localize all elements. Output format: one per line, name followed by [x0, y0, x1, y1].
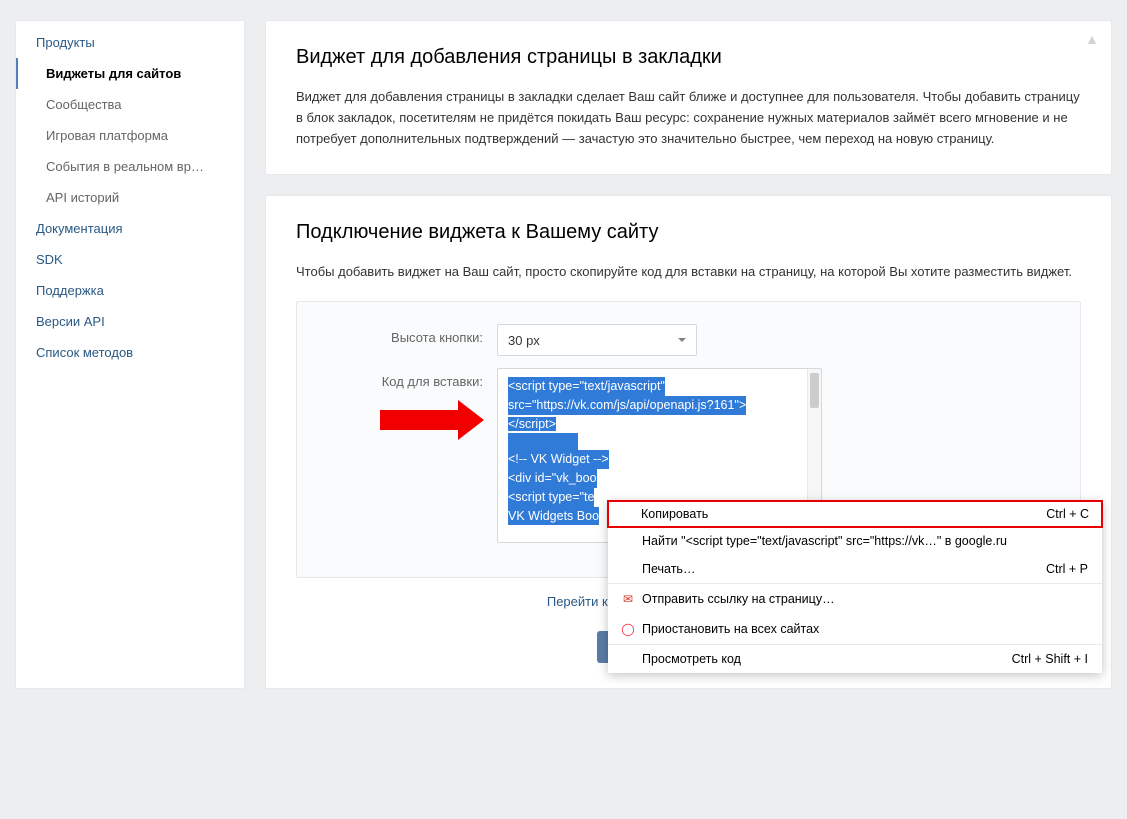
- code-line-1: <script type="text/javascript": [508, 377, 665, 396]
- mail-icon: ✉: [620, 591, 636, 607]
- ctx-inspect[interactable]: Просмотреть код Ctrl + Shift + I: [608, 644, 1102, 673]
- side-link-gaming[interactable]: Игровая платформа: [16, 120, 244, 151]
- ctx-copy-shortcut: Ctrl + C: [1046, 507, 1089, 521]
- ctx-print[interactable]: Печать… Ctrl + P: [608, 555, 1102, 583]
- code-line-7: <script type="te: [508, 488, 594, 507]
- card-intro-body: Виджет для добавления страницы в закладк…: [296, 87, 1081, 149]
- opera-icon: ◯: [620, 621, 636, 637]
- side-link-stories[interactable]: API историй: [16, 182, 244, 213]
- code-label: Код для вставки:: [327, 368, 497, 389]
- ctx-pause-label: Приостановить на всех сайтах: [642, 622, 819, 636]
- ctx-send-link[interactable]: ✉ Отправить ссылку на страницу…: [608, 583, 1102, 614]
- side-link-communities[interactable]: Сообщества: [16, 89, 244, 120]
- side-link-products[interactable]: Продукты: [16, 27, 244, 58]
- side-link-sdk[interactable]: SDK: [16, 244, 244, 275]
- side-link-support[interactable]: Поддержка: [16, 275, 244, 306]
- annotation-arrow: [380, 400, 490, 440]
- card-connect-title: Подключение виджета к Вашему сайту: [296, 221, 1081, 244]
- code-line-2: src="https://vk.com/js/api/openapi.js?16…: [508, 396, 746, 415]
- side-link-methods[interactable]: Список методов: [16, 337, 244, 368]
- ctx-print-label: Печать…: [642, 562, 695, 576]
- card-intro: ▲ Виджет для добавления страницы в закла…: [265, 20, 1112, 175]
- height-value: 30 px: [508, 333, 540, 348]
- side-link-widgets[interactable]: Виджеты для сайтов: [16, 58, 244, 89]
- ctx-print-shortcut: Ctrl + P: [1046, 562, 1088, 576]
- ctx-inspect-label: Просмотреть код: [642, 652, 741, 666]
- ctx-pause[interactable]: ◯ Приостановить на всех сайтах: [608, 614, 1102, 644]
- ctx-copy[interactable]: Копировать Ctrl + C: [607, 500, 1103, 528]
- card-intro-title: Виджет для добавления страницы в закладк…: [296, 46, 1081, 69]
- card-connect-body: Чтобы добавить виджет на Ваш сайт, прост…: [296, 262, 1081, 283]
- ctx-copy-label: Копировать: [641, 507, 708, 521]
- ctx-send-label: Отправить ссылку на страницу…: [642, 592, 835, 606]
- chevron-down-icon: [678, 338, 686, 342]
- ctx-inspect-shortcut: Ctrl + Shift + I: [1012, 652, 1088, 666]
- code-line-5: <!-- VK Widget -->: [508, 450, 609, 469]
- side-link-docs[interactable]: Документация: [16, 213, 244, 244]
- ctx-find[interactable]: Найти "<script type="text/javascript" sr…: [608, 527, 1102, 555]
- context-menu: Копировать Ctrl + C Найти "<script type=…: [608, 501, 1102, 673]
- sidebar: Продукты Виджеты для сайтов Сообщества И…: [15, 20, 245, 689]
- code-line-8: VK Widgets Boo: [508, 507, 599, 526]
- height-select[interactable]: 30 px: [497, 324, 697, 356]
- height-label: Высота кнопки:: [327, 324, 497, 345]
- ctx-find-label: Найти "<script type="text/javascript" sr…: [642, 534, 1007, 548]
- code-line-6: <div id="vk_boo: [508, 469, 597, 488]
- warning-icon: ▲: [1085, 31, 1099, 47]
- code-line-3: </script>: [508, 417, 556, 431]
- side-link-realtime[interactable]: События в реальном вр…: [16, 151, 244, 182]
- side-link-versions[interactable]: Версии API: [16, 306, 244, 337]
